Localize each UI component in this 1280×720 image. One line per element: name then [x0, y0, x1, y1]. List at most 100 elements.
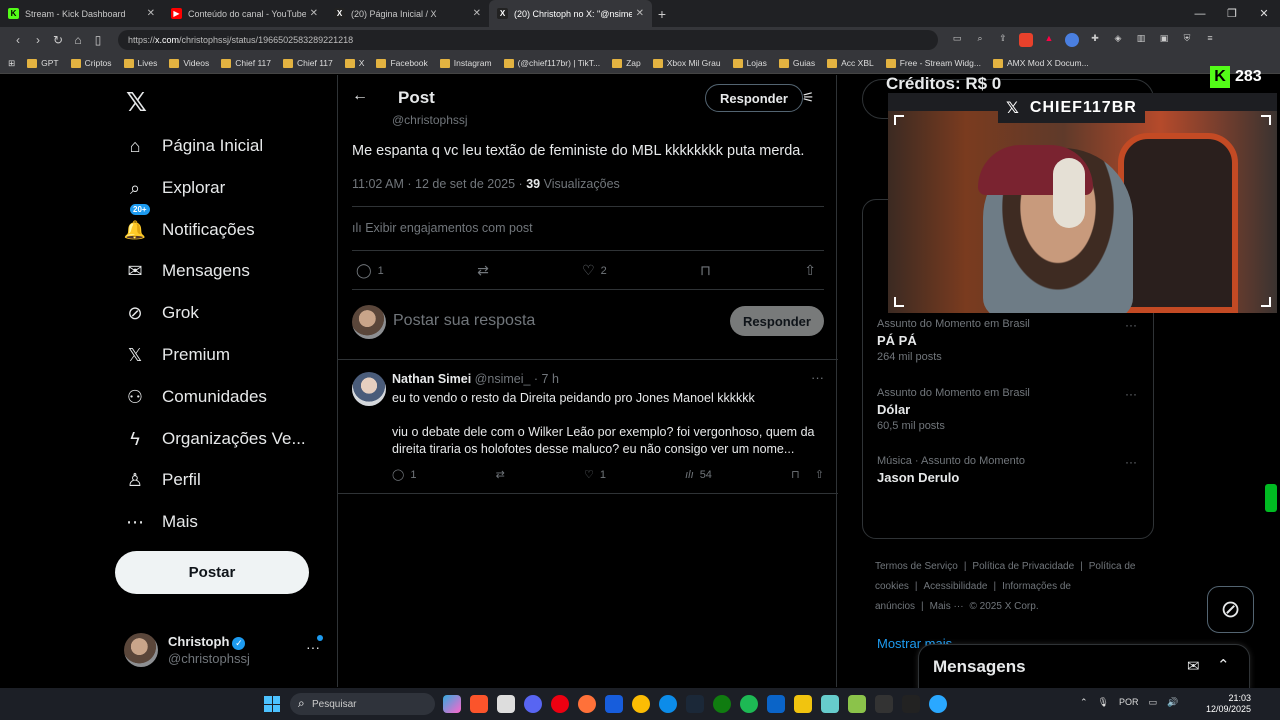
grok-fab-icon[interactable]: ⊘ — [1207, 586, 1254, 633]
post-button[interactable]: Postar — [115, 551, 309, 594]
nav-item-bell[interactable]: 🔔 20+ Notificações — [124, 204, 255, 250]
new-tab-icon[interactable]: + — [652, 6, 672, 22]
tab-close-icon[interactable]: ✕ — [147, 8, 155, 19]
url-input[interactable]: https://x.com/christophssj/status/196650… — [118, 30, 938, 50]
extensions-icon[interactable]: ✚ — [1088, 33, 1102, 47]
tab-close-icon[interactable]: ✕ — [636, 8, 644, 19]
forward-icon[interactable]: › — [28, 33, 48, 47]
nav-item-more-circle[interactable]: ⋯ Mais — [124, 502, 198, 542]
footer-link[interactable]: © 2025 X Corp. — [970, 601, 1039, 612]
brave-rewards-icon[interactable]: ▲ — [1042, 33, 1056, 47]
close-icon[interactable]: ✕ — [1248, 7, 1280, 20]
chevron-up-icon[interactable]: ⌃ — [1080, 697, 1088, 708]
bookmark-icon[interactable]: ▯ — [88, 33, 108, 47]
bookmark-item[interactable]: Lojas — [732, 58, 767, 68]
bookmark-item[interactable]: Facebook — [376, 58, 428, 68]
engagements-link[interactable]: ılı Exibir engajamentos com post — [352, 221, 533, 235]
post-time[interactable]: 11:02 AM · 12 de set de 2025 · — [352, 177, 526, 191]
tune-icon[interactable]: ⚟ — [802, 89, 815, 106]
clock[interactable]: 21:03 12/09/2025 — [1206, 693, 1251, 715]
footer-link[interactable]: Mais ··· — [930, 601, 964, 612]
bookmark-item[interactable]: Xbox Mil Grau — [652, 58, 721, 68]
expand-icon[interactable]: ⌃ — [1217, 656, 1230, 674]
copilot-icon[interactable] — [443, 695, 461, 713]
footer-link[interactable]: Termos de Serviço — [875, 561, 958, 572]
nav-item-lightning[interactable]: ϟ Organizações Ve... — [124, 419, 305, 459]
tab-close-icon[interactable]: ✕ — [473, 8, 481, 19]
reply-header-button[interactable]: Responder — [705, 84, 803, 112]
share-icon[interactable]: ⇧ — [815, 468, 824, 481]
nav-item-person[interactable]: ♙ Perfil — [124, 460, 201, 500]
trend-item[interactable]: Assunto do Momento em Brasil Dólar 60,5 mi… — [877, 387, 1145, 432]
like-action[interactable]: ♡ 1 — [584, 468, 606, 482]
language-indicator[interactable]: POR — [1119, 697, 1139, 708]
bookmark-item[interactable]: Lives — [123, 58, 157, 68]
wallet-icon[interactable]: ▣ — [1157, 33, 1171, 47]
more-icon[interactable]: ··· — [1125, 455, 1137, 469]
bookmark-item[interactable]: Free - Stream Widg... — [885, 58, 981, 68]
browser-tab[interactable]: X (20) Christoph no X: "@nsimei_ ✕ — [489, 0, 652, 27]
capcut-icon[interactable] — [902, 695, 920, 713]
reply-action[interactable]: ◯ 1 — [356, 262, 384, 279]
terminal-icon[interactable] — [875, 695, 893, 713]
xbox-icon[interactable] — [713, 695, 731, 713]
browser-tab[interactable]: K Stream - Kick Dashboard ✕ — [0, 0, 163, 27]
minimize-icon[interactable]: — — [1184, 8, 1216, 20]
home-icon[interactable]: ⌂ — [68, 33, 88, 47]
opera-icon[interactable] — [551, 695, 569, 713]
reply-input[interactable]: Postar sua resposta — [393, 312, 535, 330]
side-extension-icon[interactable] — [1265, 484, 1277, 512]
edge-icon[interactable] — [659, 695, 677, 713]
outlook-icon[interactable] — [767, 695, 785, 713]
repost-action[interactable]: ⇄ — [496, 468, 505, 481]
nav-item-home[interactable]: ⌂ Página Inicial — [124, 126, 264, 166]
sidebar-icon[interactable]: ▥ — [1134, 33, 1148, 47]
bookmark-item[interactable]: Chief 117 — [221, 58, 271, 68]
bookmark-item[interactable]: X — [344, 58, 364, 68]
new-message-icon[interactable]: ✉ — [1187, 657, 1200, 675]
account-switcher[interactable]: Christoph ✓ @christophssj ··· — [124, 629, 324, 669]
bookmark-action[interactable]: ⊓ — [700, 262, 711, 279]
apps-icon[interactable]: ⊞ — [8, 58, 15, 69]
nav-item-communities[interactable]: ⚇ Comunidades — [124, 377, 267, 417]
more-icon[interactable]: ··· — [811, 370, 824, 385]
reload-icon[interactable]: ↻ — [48, 33, 68, 47]
bookmark-item[interactable]: (@chief117br) | TikT... — [503, 58, 600, 68]
more-icon[interactable]: ··· — [306, 639, 320, 655]
footer-link[interactable]: Acessibilidade — [924, 581, 988, 592]
browser-tab[interactable]: ▶ Conteúdo do canal - YouTube Studio ✕ — [163, 0, 326, 27]
nav-item-grok[interactable]: ⊘ Grok — [124, 293, 198, 333]
vpn-icon[interactable]: ⛨ — [1180, 33, 1194, 47]
restore-icon[interactable]: ❐ — [1216, 7, 1248, 20]
bookmark-item[interactable]: Instagram — [439, 58, 492, 68]
avatar[interactable] — [352, 372, 386, 406]
views-action[interactable]: ılı 54 — [685, 468, 712, 481]
app-icon[interactable] — [929, 695, 947, 713]
share-icon[interactable]: ⇪ — [996, 33, 1010, 47]
footer-link[interactable]: Política de Privacidade — [972, 561, 1074, 572]
bookmark-item[interactable]: Chief 117 — [283, 58, 333, 68]
tab-close-icon[interactable]: ✕ — [310, 8, 318, 19]
bitwarden-icon[interactable] — [605, 695, 623, 713]
back-arrow-icon[interactable]: ← — [352, 87, 368, 105]
bookmark-action[interactable]: ⊓ ⇧ — [791, 468, 824, 481]
network-icon[interactable]: ▭ — [1149, 697, 1158, 708]
chrome-icon[interactable] — [632, 695, 650, 713]
trend-item[interactable]: Assunto do Momento em Brasil PÁ PÁ 264 mil… — [877, 318, 1145, 363]
repost-action[interactable]: ⇄ — [477, 262, 489, 279]
back-icon[interactable]: ‹ — [8, 33, 28, 47]
screen-icon[interactable]: ▭ — [950, 33, 964, 47]
brave-icon[interactable] — [470, 695, 488, 713]
share-action[interactable]: ⇧ — [804, 262, 816, 279]
browser-tab[interactable]: X (20) Página Inicial / X ✕ — [326, 0, 489, 27]
windows-start-icon[interactable] — [264, 696, 280, 712]
reply-submit-button[interactable]: Responder — [730, 306, 824, 336]
nav-item-search[interactable]: ⌕ Explorar — [124, 168, 225, 208]
more-icon[interactable]: ··· — [1125, 318, 1137, 332]
spotify-icon[interactable] — [740, 695, 758, 713]
menu-icon[interactable]: ≡ — [1203, 33, 1217, 47]
notepad-icon[interactable] — [821, 695, 839, 713]
bookmark-item[interactable]: AMX Mod X Docum... — [992, 58, 1089, 68]
profile-icon[interactable] — [1065, 33, 1079, 47]
puzzle-icon[interactable]: ◈ — [1111, 33, 1125, 47]
